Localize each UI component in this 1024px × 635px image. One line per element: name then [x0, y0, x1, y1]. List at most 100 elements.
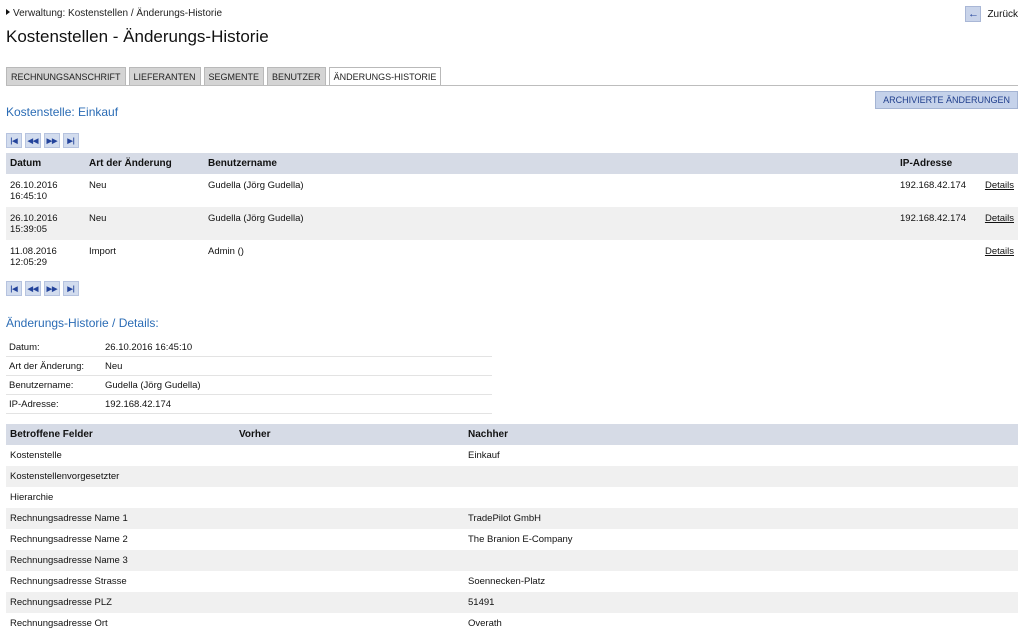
cell-before: [235, 550, 464, 571]
cell-type: Neu: [89, 180, 107, 191]
cell-after: Soennecken-Platz: [468, 576, 546, 587]
cell-before: [235, 466, 464, 487]
pager-top: |◀ ◀◀ ▶▶ ▶|: [6, 133, 79, 148]
cell-after: [464, 466, 1018, 487]
cell-field: Rechnungsadresse PLZ: [6, 592, 235, 613]
cell-field: Rechnungsadresse Strasse: [10, 576, 127, 587]
cell-date: 26.10.2016 16:45:10: [10, 180, 58, 202]
details-link[interactable]: Details: [985, 213, 1014, 224]
table-row: Rechnungsadresse Strasse Soennecken-Plat…: [6, 571, 1018, 592]
cell-before: [235, 508, 464, 529]
cell-field: Kostenstellenvorgesetzter: [6, 466, 235, 487]
tab-benutzer[interactable]: BENUTZER: [267, 67, 326, 86]
last-page-icon[interactable]: ▶|: [63, 281, 79, 296]
cell-after: TradePilot GmbH: [464, 508, 1018, 529]
details-title: Änderungs-Historie / Details:: [6, 316, 159, 330]
cell-field: Rechnungsadresse Name 2: [10, 534, 128, 545]
page-title: Kostenstellen - Änderungs-Historie: [6, 27, 269, 46]
cell-after: [464, 487, 1018, 508]
fields-header-row: Betroffene Felder Vorher Nachher: [6, 424, 1018, 445]
cell-user: Gudella (Jörg Gudella): [204, 207, 896, 240]
cell-field: Hierarchie: [10, 492, 54, 503]
details-link[interactable]: Details: [985, 246, 1014, 257]
back-label: Zurück: [987, 8, 1018, 20]
col-header-after: Nachher: [464, 424, 1018, 445]
back-button[interactable]: ← Zurück: [965, 6, 1018, 22]
info-row: IP-Adresse: 192.168.42.174: [6, 394, 492, 414]
col-header-type: Art der Änderung: [85, 153, 204, 174]
cell-type: Neu: [85, 207, 204, 240]
col-header-before: Vorher: [235, 424, 464, 445]
cell-field: Rechnungsadresse Name 3: [6, 550, 235, 571]
cell-details: Details: [978, 207, 1018, 240]
next-page-icon[interactable]: ▶▶: [44, 281, 60, 296]
breadcrumb-arrow-icon: [6, 9, 10, 15]
cell-after: [464, 550, 1018, 571]
info-label: Art der Änderung:: [6, 356, 102, 376]
pager-bottom: |◀ ◀◀ ▶▶ ▶|: [6, 281, 79, 296]
affected-fields-table: Betroffene Felder Vorher Nachher Kostens…: [6, 424, 1018, 634]
cell-field: Rechnungsadresse Ort: [10, 618, 108, 629]
breadcrumb-text: Verwaltung: Kostenstellen / Änderungs-Hi…: [13, 8, 223, 19]
cell-user: Admin (): [208, 246, 244, 257]
table-row: Rechnungsadresse Name 1 TradePilot GmbH: [6, 508, 1018, 529]
cost-center-title: Kostenstelle: Einkauf: [6, 105, 119, 119]
cell-field: Kostenstelle: [10, 450, 62, 461]
info-label: IP-Adresse:: [6, 394, 102, 414]
table-row: Rechnungsadresse PLZ 51491: [6, 592, 1018, 613]
table-row: Rechnungsadresse Name 2 The Branion E-Co…: [6, 529, 1018, 550]
cell-user: Gudella (Jörg Gudella): [208, 180, 304, 191]
col-header-date: Datum: [6, 153, 85, 174]
cell-date: 26.10.2016 15:39:05: [6, 207, 85, 240]
cell-ip: 192.168.42.174: [896, 207, 978, 240]
table-row: 26.10.2016 16:45:10 Neu Gudella (Jörg Gud…: [6, 174, 1018, 207]
table-row: Hierarchie: [6, 487, 1018, 508]
previous-page-icon[interactable]: ◀◀: [25, 133, 41, 148]
col-header-ip: IP-Adresse: [896, 153, 978, 174]
cell-before: [235, 592, 464, 613]
cell-before: [235, 571, 464, 592]
cell-before: [235, 487, 464, 508]
cell-details: Details: [978, 240, 1018, 273]
cell-after: 51491: [464, 592, 1018, 613]
first-page-icon[interactable]: |◀: [6, 133, 22, 148]
cell-before: [235, 613, 464, 634]
col-header-field: Betroffene Felder: [6, 424, 235, 445]
history-header-row: Datum Art der Änderung Benutzername IP-A…: [6, 153, 1018, 174]
cell-type: Import: [89, 246, 116, 257]
first-page-icon[interactable]: |◀: [6, 281, 22, 296]
cell-after: The Branion E-Company: [468, 534, 573, 545]
info-row: Benutzername: Gudella (Jörg Gudella): [6, 375, 492, 395]
cell-field: Rechnungsadresse Name 1: [6, 508, 235, 529]
tab-bar: RECHNUNGSANSCHRIFT LIEFERANTEN SEGMENTE …: [6, 67, 444, 86]
last-page-icon[interactable]: ▶|: [63, 133, 79, 148]
next-page-icon[interactable]: ▶▶: [44, 133, 60, 148]
cell-after: Overath: [468, 618, 502, 629]
col-header-details: [978, 153, 1018, 174]
breadcrumb[interactable]: Verwaltung: Kostenstellen / Änderungs-Hi…: [6, 8, 222, 19]
tab-segmente[interactable]: SEGMENTE: [203, 67, 265, 86]
info-value: Gudella (Jörg Gudella): [102, 375, 492, 395]
cell-before: [235, 529, 464, 550]
cell-before: [235, 445, 464, 466]
tab-lieferanten[interactable]: LIEFERANTEN: [128, 67, 201, 86]
cell-details: Details: [978, 174, 1018, 207]
details-link[interactable]: Details: [985, 180, 1014, 191]
table-row: Rechnungsadresse Name 3: [6, 550, 1018, 571]
info-value: Neu: [102, 356, 492, 376]
cell-after: Einkauf: [468, 450, 500, 461]
info-row: Art der Änderung: Neu: [6, 356, 492, 376]
info-label: Datum:: [6, 338, 102, 357]
tab-aenderungs-historie[interactable]: ÄNDERUNGS-HISTORIE: [328, 67, 442, 86]
cell-ip: 192.168.42.174: [900, 180, 967, 191]
cell-ip: [896, 240, 978, 273]
history-table: Datum Art der Änderung Benutzername IP-A…: [6, 153, 1018, 273]
archived-changes-button[interactable]: ARCHIVIERTE ÄNDERUNGEN: [875, 91, 1018, 109]
cell-date: 11.08.2016 12:05:29: [10, 246, 57, 268]
table-row: Kostenstelle Einkauf: [6, 445, 1018, 466]
table-row: 11.08.2016 12:05:29 Import Admin () Detai…: [6, 240, 1018, 273]
info-value: 192.168.42.174: [102, 394, 492, 414]
table-row: Rechnungsadresse Ort Overath: [6, 613, 1018, 634]
previous-page-icon[interactable]: ◀◀: [25, 281, 41, 296]
tab-rechnungsanschrift[interactable]: RECHNUNGSANSCHRIFT: [6, 67, 126, 86]
